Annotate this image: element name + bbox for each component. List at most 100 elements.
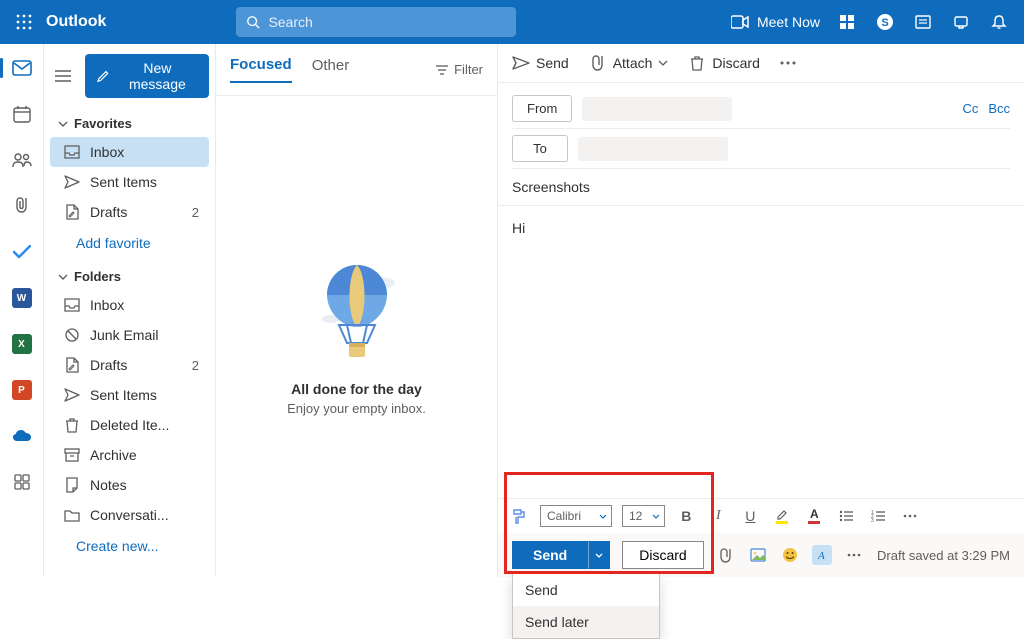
news-icon[interactable] bbox=[912, 11, 934, 33]
meet-now-button[interactable]: Meet Now bbox=[731, 14, 820, 30]
rail-onedrive-icon[interactable] bbox=[8, 422, 36, 450]
rail-powerpoint-icon[interactable]: P bbox=[8, 376, 36, 404]
create-new-folder-link[interactable]: Create new... bbox=[50, 530, 209, 562]
send-bar: Send Discard A bbox=[498, 533, 1024, 577]
nav-item-drafts[interactable]: Drafts 2 bbox=[50, 350, 209, 380]
nav-item-sent-items[interactable]: Sent Items bbox=[50, 380, 209, 410]
menu-send[interactable]: Send bbox=[513, 574, 659, 606]
nav-item-conversati-[interactable]: Conversati... bbox=[50, 500, 209, 530]
nav-item-label: Inbox bbox=[90, 144, 124, 160]
tab-focused[interactable]: Focused bbox=[230, 56, 292, 83]
rail-excel-icon[interactable]: X bbox=[8, 330, 36, 358]
chevron-down-icon bbox=[648, 514, 664, 519]
format-painter-icon[interactable] bbox=[508, 505, 530, 527]
rail-people-icon[interactable] bbox=[8, 146, 36, 174]
nav-item-inbox[interactable]: Inbox bbox=[50, 290, 209, 320]
notifications-icon[interactable] bbox=[988, 11, 1010, 33]
app-title: Outlook bbox=[46, 13, 106, 31]
nav-item-label: Sent Items bbox=[90, 387, 157, 403]
bullet-list-button[interactable] bbox=[835, 505, 857, 527]
chevron-down-icon bbox=[595, 514, 611, 519]
new-message-button[interactable]: New message bbox=[85, 54, 209, 98]
compose-command-bar: Send Attach Discard bbox=[498, 44, 1024, 83]
from-button[interactable]: From bbox=[512, 95, 572, 122]
cmd-discard-label: Discard bbox=[712, 55, 759, 71]
draft-status: Draft saved at 3:29 PM bbox=[877, 548, 1010, 563]
nav-item-archive[interactable]: Archive bbox=[50, 440, 209, 470]
cc-link[interactable]: Cc bbox=[962, 101, 978, 116]
underline-button[interactable]: U bbox=[739, 505, 761, 527]
skype-icon[interactable]: S bbox=[874, 11, 896, 33]
app-launcher-icon[interactable] bbox=[8, 6, 40, 38]
add-favorite-link[interactable]: Add favorite bbox=[50, 227, 209, 259]
cmd-more[interactable] bbox=[780, 61, 796, 65]
cmd-attach[interactable]: Attach bbox=[589, 54, 669, 72]
nav-item-inbox[interactable]: Inbox bbox=[50, 137, 209, 167]
from-value[interactable] bbox=[582, 97, 732, 121]
to-row: To bbox=[512, 129, 1010, 169]
toggle-format-icon[interactable]: A bbox=[812, 545, 832, 565]
cmd-discard[interactable]: Discard bbox=[688, 54, 759, 72]
discard-button[interactable]: Discard bbox=[622, 541, 703, 569]
nav-item-notes[interactable]: Notes bbox=[50, 470, 209, 500]
bcc-link[interactable]: Bcc bbox=[988, 101, 1010, 116]
menu-send-later[interactable]: Send later bbox=[513, 606, 659, 638]
attach-inline-icon[interactable] bbox=[716, 545, 736, 565]
folders-label: Folders bbox=[74, 269, 121, 284]
filter-label: Filter bbox=[454, 62, 483, 77]
top-bar: Outlook Search Meet Now S bbox=[0, 0, 1024, 44]
tips-icon[interactable] bbox=[950, 11, 972, 33]
nav-item-drafts[interactable]: Drafts2 bbox=[50, 197, 209, 227]
nav-item-deleted-ite-[interactable]: Deleted Ite... bbox=[50, 410, 209, 440]
numbered-list-button[interactable]: 123 bbox=[867, 505, 889, 527]
subject-field[interactable]: Screenshots bbox=[498, 169, 1024, 206]
inbox-icon bbox=[64, 144, 80, 160]
favorites-header[interactable]: Favorites bbox=[50, 106, 209, 137]
tab-other[interactable]: Other bbox=[312, 57, 350, 82]
font-size-select[interactable]: 12 bbox=[622, 505, 665, 527]
font-size-value: 12 bbox=[623, 509, 648, 523]
bold-button[interactable]: B bbox=[675, 505, 697, 527]
nav-item-count: 2 bbox=[192, 205, 199, 220]
svg-text:3: 3 bbox=[871, 518, 874, 522]
more-format-button[interactable] bbox=[899, 505, 921, 527]
rail-word-icon[interactable]: W bbox=[8, 284, 36, 312]
font-select[interactable]: Calibri bbox=[540, 505, 612, 527]
folders-header[interactable]: Folders bbox=[50, 259, 209, 290]
cmd-send[interactable]: Send bbox=[512, 54, 569, 72]
more-options-icon[interactable] bbox=[844, 545, 864, 565]
to-value[interactable] bbox=[578, 137, 728, 161]
nav-item-label: Conversati... bbox=[90, 507, 169, 523]
rail-files-icon[interactable] bbox=[8, 192, 36, 220]
send-dropdown-button[interactable] bbox=[588, 541, 610, 569]
empty-subtitle: Enjoy your empty inbox. bbox=[287, 401, 426, 416]
rail-mail-icon[interactable] bbox=[8, 54, 36, 82]
send-button[interactable]: Send bbox=[512, 541, 588, 569]
insert-emoji-icon[interactable] bbox=[780, 545, 800, 565]
rail-todo-icon[interactable] bbox=[8, 238, 36, 266]
highlight-button[interactable] bbox=[771, 505, 793, 527]
format-toolbar: Calibri 12 B I U A bbox=[498, 498, 1024, 533]
nav-item-count: 2 bbox=[192, 358, 199, 373]
body-editor[interactable]: Hi bbox=[498, 206, 1024, 498]
collapse-nav-icon[interactable] bbox=[50, 62, 75, 90]
rail-more-apps-icon[interactable] bbox=[8, 468, 36, 496]
search-input[interactable]: Search bbox=[236, 7, 516, 37]
nav-item-junk-email[interactable]: Junk Email bbox=[50, 320, 209, 350]
teams-icon[interactable] bbox=[836, 11, 858, 33]
chevron-down-icon bbox=[595, 553, 603, 558]
rail-calendar-icon[interactable] bbox=[8, 100, 36, 128]
send-icon bbox=[512, 54, 530, 72]
empty-title: All done for the day bbox=[291, 381, 422, 397]
insert-picture-icon[interactable] bbox=[748, 545, 768, 565]
filter-button[interactable]: Filter bbox=[436, 62, 483, 77]
font-color-button[interactable]: A bbox=[803, 505, 825, 527]
nav-item-label: Drafts bbox=[90, 357, 127, 373]
nav-item-sent-items[interactable]: Sent Items bbox=[50, 167, 209, 197]
folder-icon bbox=[64, 507, 80, 523]
nav-item-label: Junk Email bbox=[90, 327, 158, 343]
italic-button[interactable]: I bbox=[707, 505, 729, 527]
svg-text:A: A bbox=[817, 550, 825, 562]
to-button[interactable]: To bbox=[512, 135, 568, 162]
nav-item-label: Notes bbox=[90, 477, 127, 493]
